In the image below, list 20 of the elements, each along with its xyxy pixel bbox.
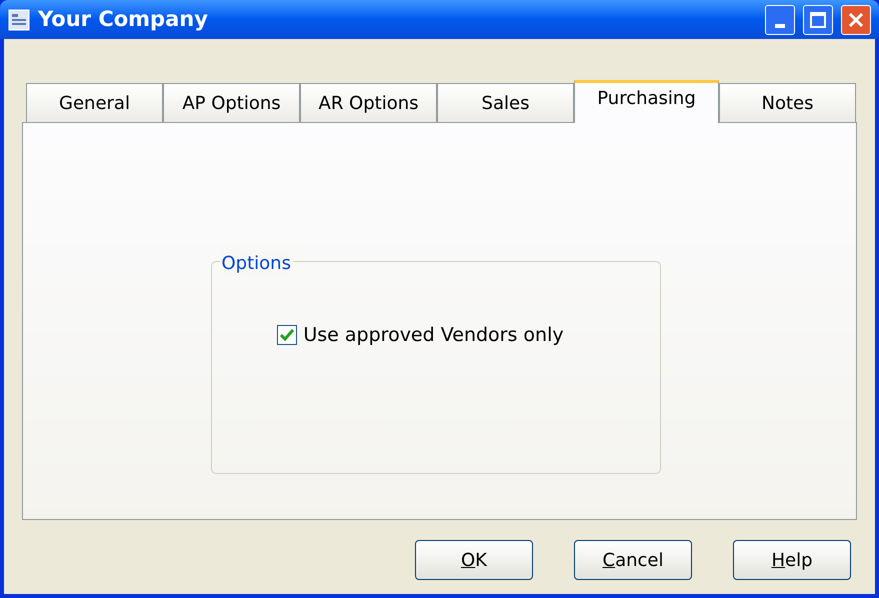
minimize-icon (775, 24, 785, 28)
tab[interactable]: General (26, 83, 163, 122)
maximize-button[interactable] (803, 4, 833, 34)
window-title: Your Company (38, 6, 209, 33)
checkbox[interactable] (277, 325, 298, 345)
tab[interactable]: Sales (437, 83, 574, 122)
dialog-button[interactable]: OK (415, 540, 533, 580)
maximize-icon (810, 12, 826, 28)
tab[interactable]: Purchasing (574, 80, 719, 123)
tab[interactable]: Notes (719, 83, 856, 122)
window-app-icon (8, 8, 30, 30)
dialog-button[interactable]: Help (733, 540, 851, 580)
checkbox-label: Use approved Vendors only (303, 322, 564, 348)
tab[interactable]: AP Options (163, 83, 300, 122)
close-button[interactable] (841, 4, 871, 34)
tab[interactable]: AR Options (300, 83, 437, 122)
minimize-button[interactable] (765, 4, 795, 34)
dialog-button[interactable]: Cancel (574, 540, 692, 580)
check-icon (280, 329, 294, 341)
close-icon (848, 12, 864, 28)
